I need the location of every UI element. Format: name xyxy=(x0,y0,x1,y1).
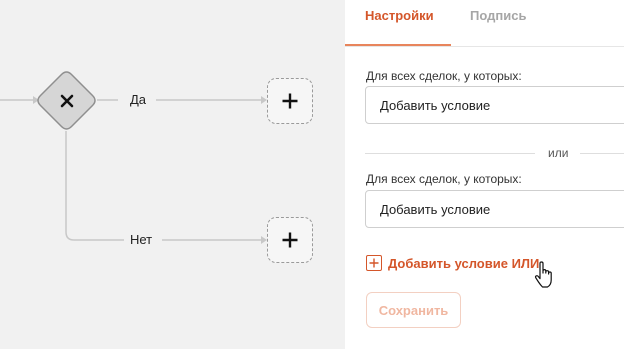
plus-icon xyxy=(282,93,298,109)
plus-icon xyxy=(282,232,298,248)
plus-square-icon xyxy=(366,255,382,271)
settings-panel: Настройки Подпись Для всех сделок, у кот… xyxy=(345,0,624,349)
add-or-condition-label: Добавить условие ИЛИ xyxy=(388,256,540,271)
flow-connectors xyxy=(0,96,267,244)
save-button[interactable]: Сохранить xyxy=(366,292,461,328)
add-step-yes-button[interactable] xyxy=(267,78,313,124)
active-tab-indicator xyxy=(345,44,451,46)
no-connector-start xyxy=(65,131,124,241)
branch-label-no: Нет xyxy=(130,232,153,247)
branch-label-yes: Да xyxy=(130,92,147,107)
exclusive-gateway[interactable] xyxy=(36,70,97,131)
or-divider-right xyxy=(580,153,624,154)
condition-group-label: Для всех сделок, у которых: xyxy=(366,172,522,186)
or-separator: или xyxy=(365,146,624,160)
tab-signature[interactable]: Подпись xyxy=(470,8,526,23)
or-label: или xyxy=(548,146,569,160)
add-step-no-button[interactable] xyxy=(267,217,313,263)
add-condition-placeholder: Добавить условие xyxy=(380,202,491,217)
panel-tabs: Настройки Подпись xyxy=(345,0,624,47)
tab-settings[interactable]: Настройки xyxy=(365,8,434,23)
add-condition-placeholder: Добавить условие xyxy=(380,98,491,113)
or-divider-left xyxy=(365,153,535,154)
close-icon xyxy=(36,70,97,131)
flow-canvas[interactable]: Да Нет xyxy=(0,0,345,349)
add-condition-field[interactable]: Добавить условие xyxy=(365,86,624,124)
condition-group-label: Для всех сделок, у которых: xyxy=(366,69,522,83)
add-condition-field[interactable]: Добавить условие xyxy=(365,190,624,228)
